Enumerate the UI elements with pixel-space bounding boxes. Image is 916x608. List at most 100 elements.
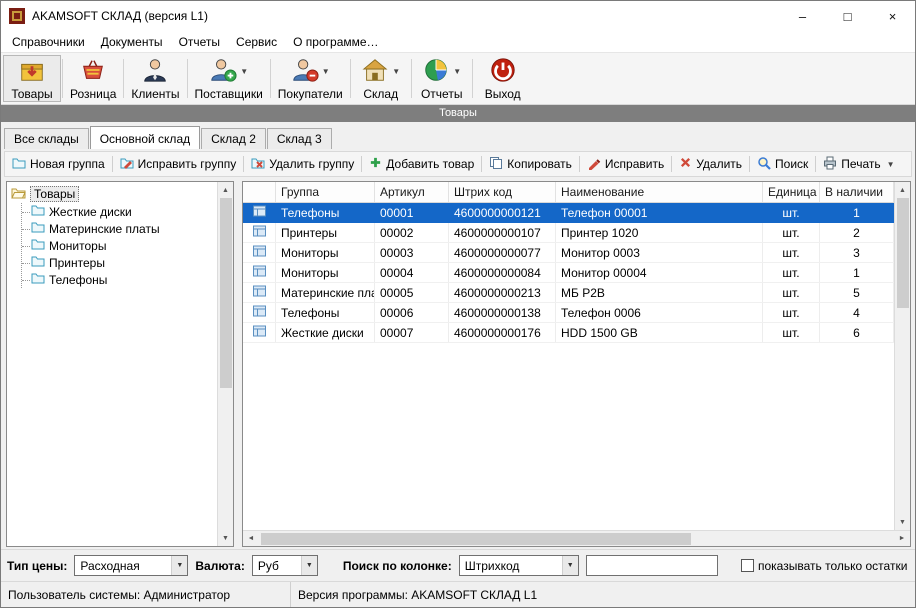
chevron-down-icon[interactable]: ▼ — [562, 556, 578, 575]
action-delete-group-button[interactable]: Удалить группу — [246, 154, 359, 174]
menu-item-about[interactable]: О программе… — [285, 33, 386, 51]
toolbar-suppliers-button[interactable]: ▼ Поставщики — [189, 55, 269, 102]
table-header-row: Группа Артикул Штрих код Наименование Ед… — [243, 182, 894, 203]
table-horizontal-scrollbar[interactable]: ◄ ► — [243, 530, 910, 546]
bottom-controls: Тип цены: Расходная ▼ Валюта: Руб ▼ Поис… — [1, 549, 915, 581]
tree-item-motherboards[interactable]: Материнские платы — [22, 220, 213, 237]
price-type-label: Тип цены: — [7, 559, 67, 573]
toolbar-exit-button[interactable]: Выход — [474, 55, 532, 102]
tree-root-goods[interactable]: Товары — [11, 185, 213, 203]
search-column-combobox[interactable]: Штрихкод ▼ — [459, 555, 579, 576]
menu-item-reports[interactable]: Отчеты — [171, 33, 228, 51]
action-add-item-button[interactable]: Добавить товар — [364, 154, 479, 174]
chevron-down-icon[interactable]: ▼ — [240, 67, 248, 76]
action-print-button[interactable]: Печать ▼ — [818, 154, 899, 175]
scrollbar-thumb[interactable] — [220, 198, 232, 388]
chevron-down-icon[interactable]: ▼ — [887, 160, 895, 169]
chevron-down-icon[interactable]: ▼ — [453, 67, 461, 76]
scroll-right-icon[interactable]: ► — [894, 531, 910, 547]
header-article[interactable]: Артикул — [375, 182, 449, 202]
cell-qty: 2 — [820, 223, 894, 242]
action-label: Печать — [841, 157, 880, 171]
table-row[interactable]: Мониторы 00003 4600000000077 Монитор 000… — [243, 243, 894, 263]
scrollbar-thumb[interactable] — [261, 533, 691, 545]
action-separator — [749, 156, 750, 172]
scroll-left-icon[interactable]: ◄ — [243, 531, 259, 547]
show-remainders-label: показывать только остатки — [758, 559, 907, 573]
cell-name: МБ P2B — [556, 283, 763, 302]
tree-item-phones[interactable]: Телефоны — [22, 271, 213, 288]
action-separator — [481, 156, 482, 172]
maximize-button[interactable]: □ — [825, 1, 870, 31]
item-card-icon — [253, 205, 266, 220]
toolbar-buyers-label: Покупатели — [278, 87, 343, 101]
cell-barcode: 4600000000138 — [449, 303, 556, 322]
action-search-button[interactable]: Поиск — [752, 154, 813, 175]
menu-item-directories[interactable]: Справочники — [4, 33, 93, 51]
minimize-button[interactable]: – — [780, 1, 825, 31]
show-remainders-checkbox[interactable] — [741, 559, 754, 572]
toolbar-exit-label: Выход — [485, 87, 521, 101]
scroll-up-icon[interactable]: ▲ — [895, 182, 911, 198]
header-barcode[interactable]: Штрих код — [449, 182, 556, 202]
show-remainders-checkbox-group[interactable]: показывать только остатки — [741, 559, 909, 573]
tree-children: Жесткие диски Материнские платы Мониторы… — [21, 203, 213, 288]
warehouse-tabs: Все склады Основной склад Склад 2 Склад … — [1, 122, 915, 149]
table-row[interactable]: Принтеры 00002 4600000000107 Принтер 102… — [243, 223, 894, 243]
action-new-group-button[interactable]: Новая группа — [7, 154, 110, 174]
scroll-down-icon[interactable]: ▼ — [895, 514, 911, 530]
header-unit[interactable]: Единица — [763, 182, 820, 202]
scroll-up-icon[interactable]: ▲ — [218, 182, 234, 198]
action-edit-button[interactable]: Исправить — [582, 154, 669, 175]
scroll-down-icon[interactable]: ▼ — [218, 530, 234, 546]
chevron-down-icon[interactable]: ▼ — [322, 67, 330, 76]
tab-all-warehouses[interactable]: Все склады — [4, 128, 89, 149]
toolbar-warehouse-button[interactable]: ▼ Склад — [352, 55, 410, 102]
table-row[interactable]: Жесткие диски 00007 4600000000176 HDD 15… — [243, 323, 894, 343]
table-row[interactable]: Материнские платы 00005 4600000000213 МБ… — [243, 283, 894, 303]
warehouse-icon — [361, 56, 389, 87]
cell-barcode: 4600000000213 — [449, 283, 556, 302]
action-copy-button[interactable]: Копировать — [484, 154, 577, 175]
group-tree: Товары Жесткие диски Материнские платы М… — [7, 182, 233, 291]
header-qty[interactable]: В наличии — [820, 182, 894, 202]
menu-item-service[interactable]: Сервис — [228, 33, 285, 51]
search-input[interactable] — [586, 555, 718, 576]
toolbar-reports-button[interactable]: ▼ Отчеты — [413, 55, 471, 102]
tab-main-warehouse[interactable]: Основной склад — [90, 126, 200, 149]
toolbar-goods-button[interactable]: Товары — [3, 55, 61, 102]
tree-item-printers[interactable]: Принтеры — [22, 254, 213, 271]
action-label: Новая группа — [30, 157, 105, 171]
menu-item-documents[interactable]: Документы — [93, 33, 171, 51]
table-row[interactable]: Телефоны 00006 4600000000138 Телефон 000… — [243, 303, 894, 323]
tree-item-monitors[interactable]: Мониторы — [22, 237, 213, 254]
tree-item-label: Жесткие диски — [49, 205, 132, 219]
table-vertical-scrollbar[interactable]: ▲ ▼ — [894, 182, 910, 530]
table-row[interactable]: Мониторы 00004 4600000000084 Монитор 000… — [243, 263, 894, 283]
cell-name: Монитор 0003 — [556, 243, 763, 262]
table-row[interactable]: Телефоны 00001 4600000000121 Телефон 000… — [243, 203, 894, 223]
cell-barcode: 4600000000121 — [449, 203, 556, 222]
cell-name: Телефон 00001 — [556, 203, 763, 222]
header-name[interactable]: Наименование — [556, 182, 763, 202]
tab-warehouse-3[interactable]: Склад 3 — [267, 128, 332, 149]
scrollbar-thumb[interactable] — [897, 198, 909, 308]
action-edit-group-button[interactable]: Исправить группу — [115, 154, 242, 174]
currency-combobox[interactable]: Руб ▼ — [252, 555, 318, 576]
tree-item-hard-drives[interactable]: Жесткие диски — [22, 203, 213, 220]
toolbar-retail-button[interactable]: Розница — [64, 55, 122, 102]
chevron-down-icon[interactable]: ▼ — [171, 556, 187, 575]
tree-root-label[interactable]: Товары — [30, 186, 79, 202]
chevron-down-icon[interactable]: ▼ — [301, 556, 317, 575]
header-group[interactable]: Группа — [276, 182, 375, 202]
tab-warehouse-2[interactable]: Склад 2 — [201, 128, 266, 149]
toolbar-clients-button[interactable]: Клиенты — [125, 55, 185, 102]
cell-unit: шт. — [763, 283, 820, 302]
close-button[interactable]: × — [870, 1, 915, 31]
chevron-down-icon[interactable]: ▼ — [392, 67, 400, 76]
price-type-combobox[interactable]: Расходная ▼ — [74, 555, 188, 576]
tree-vertical-scrollbar[interactable]: ▲ ▼ — [217, 182, 233, 546]
window-controls: – □ × — [780, 1, 915, 31]
toolbar-buyers-button[interactable]: ▼ Покупатели — [272, 55, 349, 102]
action-delete-button[interactable]: Удалить — [674, 154, 747, 174]
